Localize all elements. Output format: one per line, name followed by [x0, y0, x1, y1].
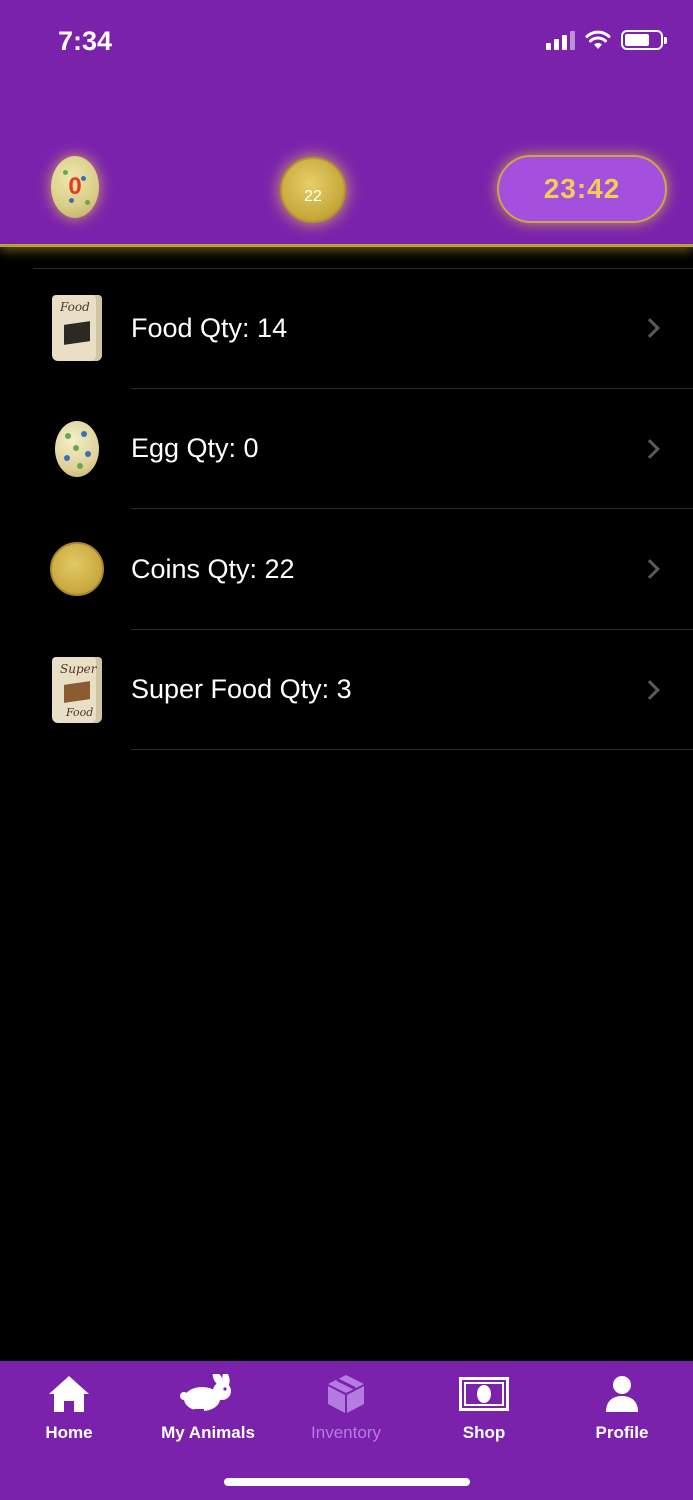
inventory-row-label: Food Qty: 14 [131, 312, 288, 343]
tab-profile[interactable]: Profile [553, 1371, 691, 1443]
coin-count: 22 [304, 188, 322, 205]
chevron-right-icon [640, 318, 660, 339]
tab-inventory[interactable]: Inventory [277, 1371, 415, 1443]
wifi-icon [585, 30, 611, 49]
chevron-right-icon [640, 559, 660, 580]
inventory-row-egg[interactable]: Egg Qty: 0 [0, 389, 693, 509]
inventory-row-coins[interactable]: Coins Qty: 22 [0, 509, 693, 630]
top-header: 7:34 0 22 23:42 [0, 0, 693, 247]
tab-my-animals[interactable]: My Animals [139, 1371, 277, 1443]
tab-label: Inventory [311, 1423, 381, 1442]
status-icons [546, 30, 667, 50]
person-icon [604, 1371, 640, 1417]
home-icon [46, 1371, 92, 1417]
cellular-signal-icon [546, 30, 575, 50]
home-indicator[interactable] [224, 1478, 470, 1486]
inventory-row-label: Egg Qty: 0 [131, 433, 259, 464]
egg-icon [48, 414, 106, 484]
timer-pill[interactable]: 23:42 [497, 155, 667, 223]
money-icon [459, 1371, 509, 1417]
box-icon [325, 1371, 367, 1417]
tab-label: Profile [595, 1423, 649, 1442]
tab-shop[interactable]: Shop [415, 1371, 553, 1443]
inventory-row-food[interactable]: Food Food Qty: 14 [0, 268, 693, 389]
chevron-right-icon [640, 438, 660, 459]
inventory-row-label: Coins Qty: 22 [131, 553, 295, 584]
bottom-tab-bar: Home My Animals Inventory Shop Profile [0, 1361, 693, 1500]
food-bag-icon: Food [48, 293, 106, 363]
inventory-row-label: Super Food Qty: 3 [131, 674, 352, 705]
rabbit-icon [178, 1371, 238, 1417]
tab-home[interactable]: Home [0, 1371, 138, 1443]
tab-label: Home [45, 1423, 93, 1442]
coin-counter-badge: 22 [280, 157, 346, 223]
inventory-row-super-food[interactable]: Super Food Super Food Qty: 3 [0, 630, 693, 750]
status-time: 7:34 [58, 26, 113, 56]
battery-icon [621, 30, 667, 50]
chevron-right-icon [640, 679, 660, 700]
timer-text: 23:42 [543, 173, 621, 204]
tab-label: Shop [462, 1423, 506, 1442]
inventory-list: Food Food Qty: 14 Egg Qty: 0 Coins Qty: … [0, 268, 693, 750]
coin-icon [48, 534, 106, 604]
tab-label: My Animals [161, 1423, 255, 1442]
egg-count: 0 [68, 173, 82, 200]
super-food-bag-icon: Super Food [48, 655, 106, 725]
egg-counter-badge: 0 [51, 156, 99, 218]
